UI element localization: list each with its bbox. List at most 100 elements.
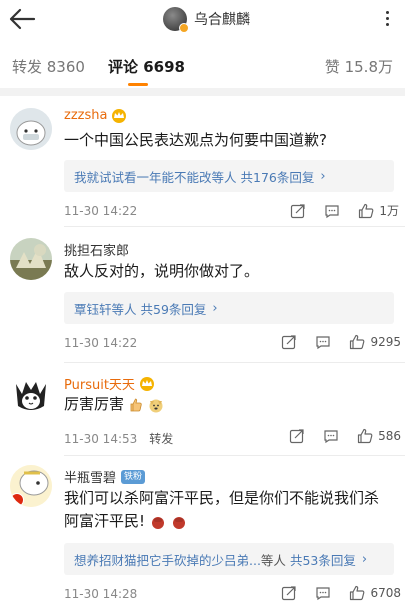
- forward-link[interactable]: 转发: [149, 430, 173, 447]
- comment-text: 厉害厉害: [64, 393, 394, 416]
- like-button[interactable]: [349, 585, 365, 601]
- divider: [64, 455, 405, 456]
- comment-username[interactable]: 半瓶雪碧 铁粉: [64, 467, 146, 486]
- comment-item: 半瓶雪碧 铁粉 我们可以杀阿富汗平民，但是你们不能说我们杀 阿富汗平民! 想养招…: [0, 455, 405, 613]
- fist-emoji-icon: [151, 516, 164, 529]
- share-button[interactable]: [281, 585, 297, 601]
- crown-badge-icon: [112, 109, 127, 123]
- comment-item: zzzsha 一个中国公民表达观点为何要中国道歉? 我就试试看一年能不能改等人 …: [0, 96, 405, 226]
- more-button[interactable]: [385, 11, 389, 26]
- reply-suffix: 等人: [260, 552, 286, 568]
- share-button[interactable]: [290, 203, 306, 219]
- comment-icon: [316, 336, 331, 350]
- avatar[interactable]: [10, 108, 52, 150]
- reply-preview[interactable]: 我就试试看一年能不能改等人 共176条回复 ›: [64, 160, 394, 192]
- thumbs-up-icon: [350, 585, 365, 601]
- username-text[interactable]: 挑担石家郎: [64, 240, 129, 259]
- like-button[interactable]: [357, 428, 373, 444]
- back-arrow-icon: [9, 8, 36, 30]
- share-icon: [282, 586, 297, 601]
- verified-badge-icon: [179, 23, 189, 33]
- reply-users[interactable]: 想养招财猫把它手砍掉的少吕弟...: [74, 550, 261, 569]
- tab-comments[interactable]: 评论 6698: [108, 56, 185, 77]
- thumbs-up-icon: [350, 334, 365, 350]
- page-title: 乌合麒麟: [194, 12, 250, 28]
- avatar-image-icon: [10, 374, 52, 416]
- divider: [64, 362, 405, 363]
- like-count: 1万: [379, 204, 399, 218]
- top-bar: 乌合麒麟: [0, 0, 405, 38]
- more-dot: [385, 23, 389, 26]
- reply-preview[interactable]: 想养招财猫把它手砍掉的少吕弟... 等人 共53条回复 ›: [64, 543, 394, 575]
- tab-bar: 转发 8360 评论 6698 赞 15.8万: [0, 46, 405, 88]
- reply-users[interactable]: 覃钰轩等人: [74, 299, 137, 318]
- share-button[interactable]: [289, 428, 305, 444]
- avatar-image-icon: [10, 238, 52, 280]
- comment-text: 敌人反对的，说明你做对了。: [64, 262, 260, 280]
- chevron-right-icon: ›: [320, 168, 326, 184]
- reply-count[interactable]: 共59条回复: [141, 299, 207, 318]
- comment-time: 11-30 14:28: [64, 587, 138, 601]
- active-tab-indicator: [128, 83, 148, 86]
- comment-actions: 9295: [281, 334, 405, 350]
- fan-badge: 铁粉: [121, 469, 146, 484]
- like-count: 586: [378, 429, 401, 443]
- thumbs-up-emoji-icon: [130, 398, 142, 411]
- tab-likes[interactable]: 赞 15.8万: [325, 56, 393, 77]
- doge-emoji-icon: [149, 399, 163, 412]
- reply-count[interactable]: 共176条回复: [241, 167, 315, 186]
- comment-button[interactable]: [323, 428, 339, 444]
- comment-button[interactable]: [315, 334, 331, 350]
- tab-repost[interactable]: 转发 8360: [12, 56, 85, 77]
- header-user[interactable]: 乌合麒麟: [163, 5, 250, 33]
- comment-time: 11-30 14:22: [64, 204, 138, 218]
- reply-count[interactable]: 共53条回复: [290, 550, 356, 569]
- share-icon: [282, 335, 297, 350]
- share-icon: [291, 203, 305, 218]
- comment-time: 11-30 14:22: [64, 336, 138, 350]
- comment-username[interactable]: Pursuit天天: [64, 374, 156, 393]
- reply-preview[interactable]: 覃钰轩等人 共59条回复 ›: [64, 292, 394, 324]
- comment-item: 挑担石家郎 敌人反对的，说明你做对了。 覃钰轩等人 共59条回复 › 11-30…: [0, 226, 405, 356]
- comment-icon: [316, 587, 331, 601]
- comment-username[interactable]: zzzsha: [64, 108, 128, 123]
- section-divider: [0, 88, 405, 96]
- back-button[interactable]: [8, 6, 38, 32]
- like-button[interactable]: [358, 203, 374, 219]
- comment-text: 我们可以杀阿富汗平民，但是你们不能说我们杀 阿富汗平民!: [64, 487, 394, 533]
- comment-text-line: 阿富汗平民!: [64, 510, 394, 533]
- chevron-right-icon: ›: [361, 551, 368, 567]
- avatar-image-icon: [10, 108, 52, 150]
- like-count: 9295: [370, 335, 401, 349]
- comment-icon: [325, 204, 339, 218]
- username-text[interactable]: 半瓶雪碧: [64, 467, 116, 486]
- comment-username[interactable]: 挑担石家郎: [64, 240, 129, 259]
- username-text[interactable]: Pursuit天天: [64, 374, 135, 393]
- comment-actions: 1万: [290, 202, 405, 219]
- avatar[interactable]: [163, 7, 189, 33]
- reply-users[interactable]: 我就试试看一年能不能改等人: [74, 167, 237, 186]
- thumbs-up-icon: [359, 203, 374, 218]
- comment-actions: 586: [289, 428, 405, 444]
- comment-meta: 11-30 14:22: [64, 336, 137, 350]
- comment-time: 11-30 14:53: [64, 431, 138, 446]
- comment-button[interactable]: [324, 203, 340, 219]
- comment-button[interactable]: [315, 585, 331, 601]
- like-count: 6708: [370, 586, 401, 600]
- share-button[interactable]: [281, 334, 297, 350]
- username-text[interactable]: zzzsha: [64, 108, 107, 123]
- comment-text: 一个中国公民表达观点为何要中国道歉?: [64, 131, 327, 149]
- avatar[interactable]: [10, 465, 52, 507]
- comment-text-line: 我们可以杀阿富汗平民，但是你们不能说我们杀: [64, 489, 380, 507]
- chevron-right-icon: ›: [212, 300, 218, 316]
- more-dot: [385, 17, 389, 20]
- avatar[interactable]: [10, 238, 52, 280]
- thumbs-up-icon: [357, 428, 373, 444]
- fist-emoji-icon: [172, 516, 185, 529]
- comment-meta: 11-30 14:53 转发: [64, 430, 173, 447]
- like-button[interactable]: [349, 334, 365, 350]
- comment-actions: 6708: [281, 585, 405, 601]
- avatar[interactable]: [10, 374, 52, 416]
- comment-meta: 11-30 14:28: [64, 587, 137, 601]
- more-vertical-icon: [385, 11, 389, 14]
